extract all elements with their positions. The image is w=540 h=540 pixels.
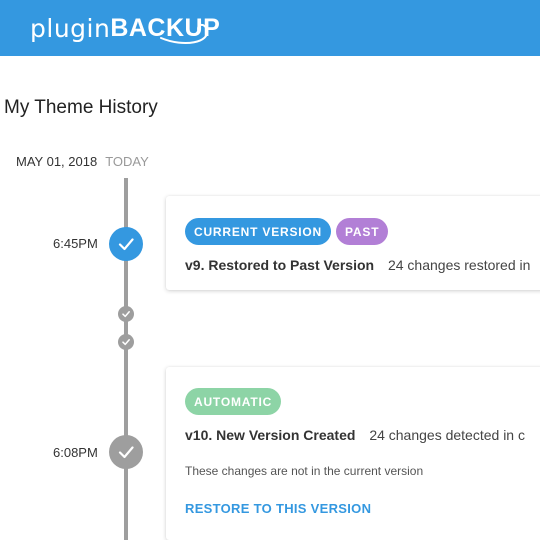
header-bar: plugin BACKUP [0, 0, 540, 56]
entry-time: 6:45PM [53, 236, 98, 251]
timeline-node-past[interactable] [109, 435, 143, 469]
version-changes: 24 changes restored in [387, 257, 531, 273]
app-logo[interactable]: plugin BACKUP [30, 8, 220, 48]
check-icon [118, 238, 134, 251]
check-icon [122, 311, 130, 318]
badge-group: CURRENT VERSION PAST [185, 218, 389, 245]
page-title: My Theme History [4, 97, 158, 118]
restore-version-button[interactable]: RESTORE TO THIS VERSION [185, 501, 371, 516]
version-card-current[interactable]: CURRENT VERSION PAST v9. Restored to Pas… [166, 196, 540, 290]
version-info: v9. Restored to Past Version 24 changes … [185, 257, 530, 273]
logo-swoosh-icon [160, 24, 209, 45]
past-badge: PAST [336, 218, 389, 245]
timeline-node-current[interactable] [109, 227, 143, 261]
today-label: TODAY [105, 154, 149, 169]
version-note: These changes are not in the current ver… [185, 464, 424, 478]
timeline-node-small[interactable] [118, 334, 134, 350]
check-icon [122, 339, 130, 346]
entry-time: 6:08PM [53, 445, 98, 460]
version-card-automatic[interactable]: AUTOMATIC v10. New Version Created 24 ch… [166, 367, 540, 540]
timeline-node-small[interactable] [118, 306, 134, 322]
version-title: v9. Restored to Past Version [185, 257, 375, 273]
automatic-badge: AUTOMATIC [185, 388, 282, 415]
version-info: v10. New Version Created 24 changes dete… [185, 427, 525, 443]
version-title: v10. New Version Created [185, 427, 356, 443]
check-icon [118, 446, 134, 459]
timeline-date: MAY 01, 2018 [16, 154, 98, 169]
current-version-badge: CURRENT VERSION [185, 218, 332, 245]
version-changes: 24 changes detected in c [369, 427, 525, 443]
logo-text-light: plugin [30, 13, 111, 43]
timeline-date-row: MAY 01, 2018 TODAY [16, 154, 149, 169]
badge-group: AUTOMATIC [185, 388, 282, 415]
